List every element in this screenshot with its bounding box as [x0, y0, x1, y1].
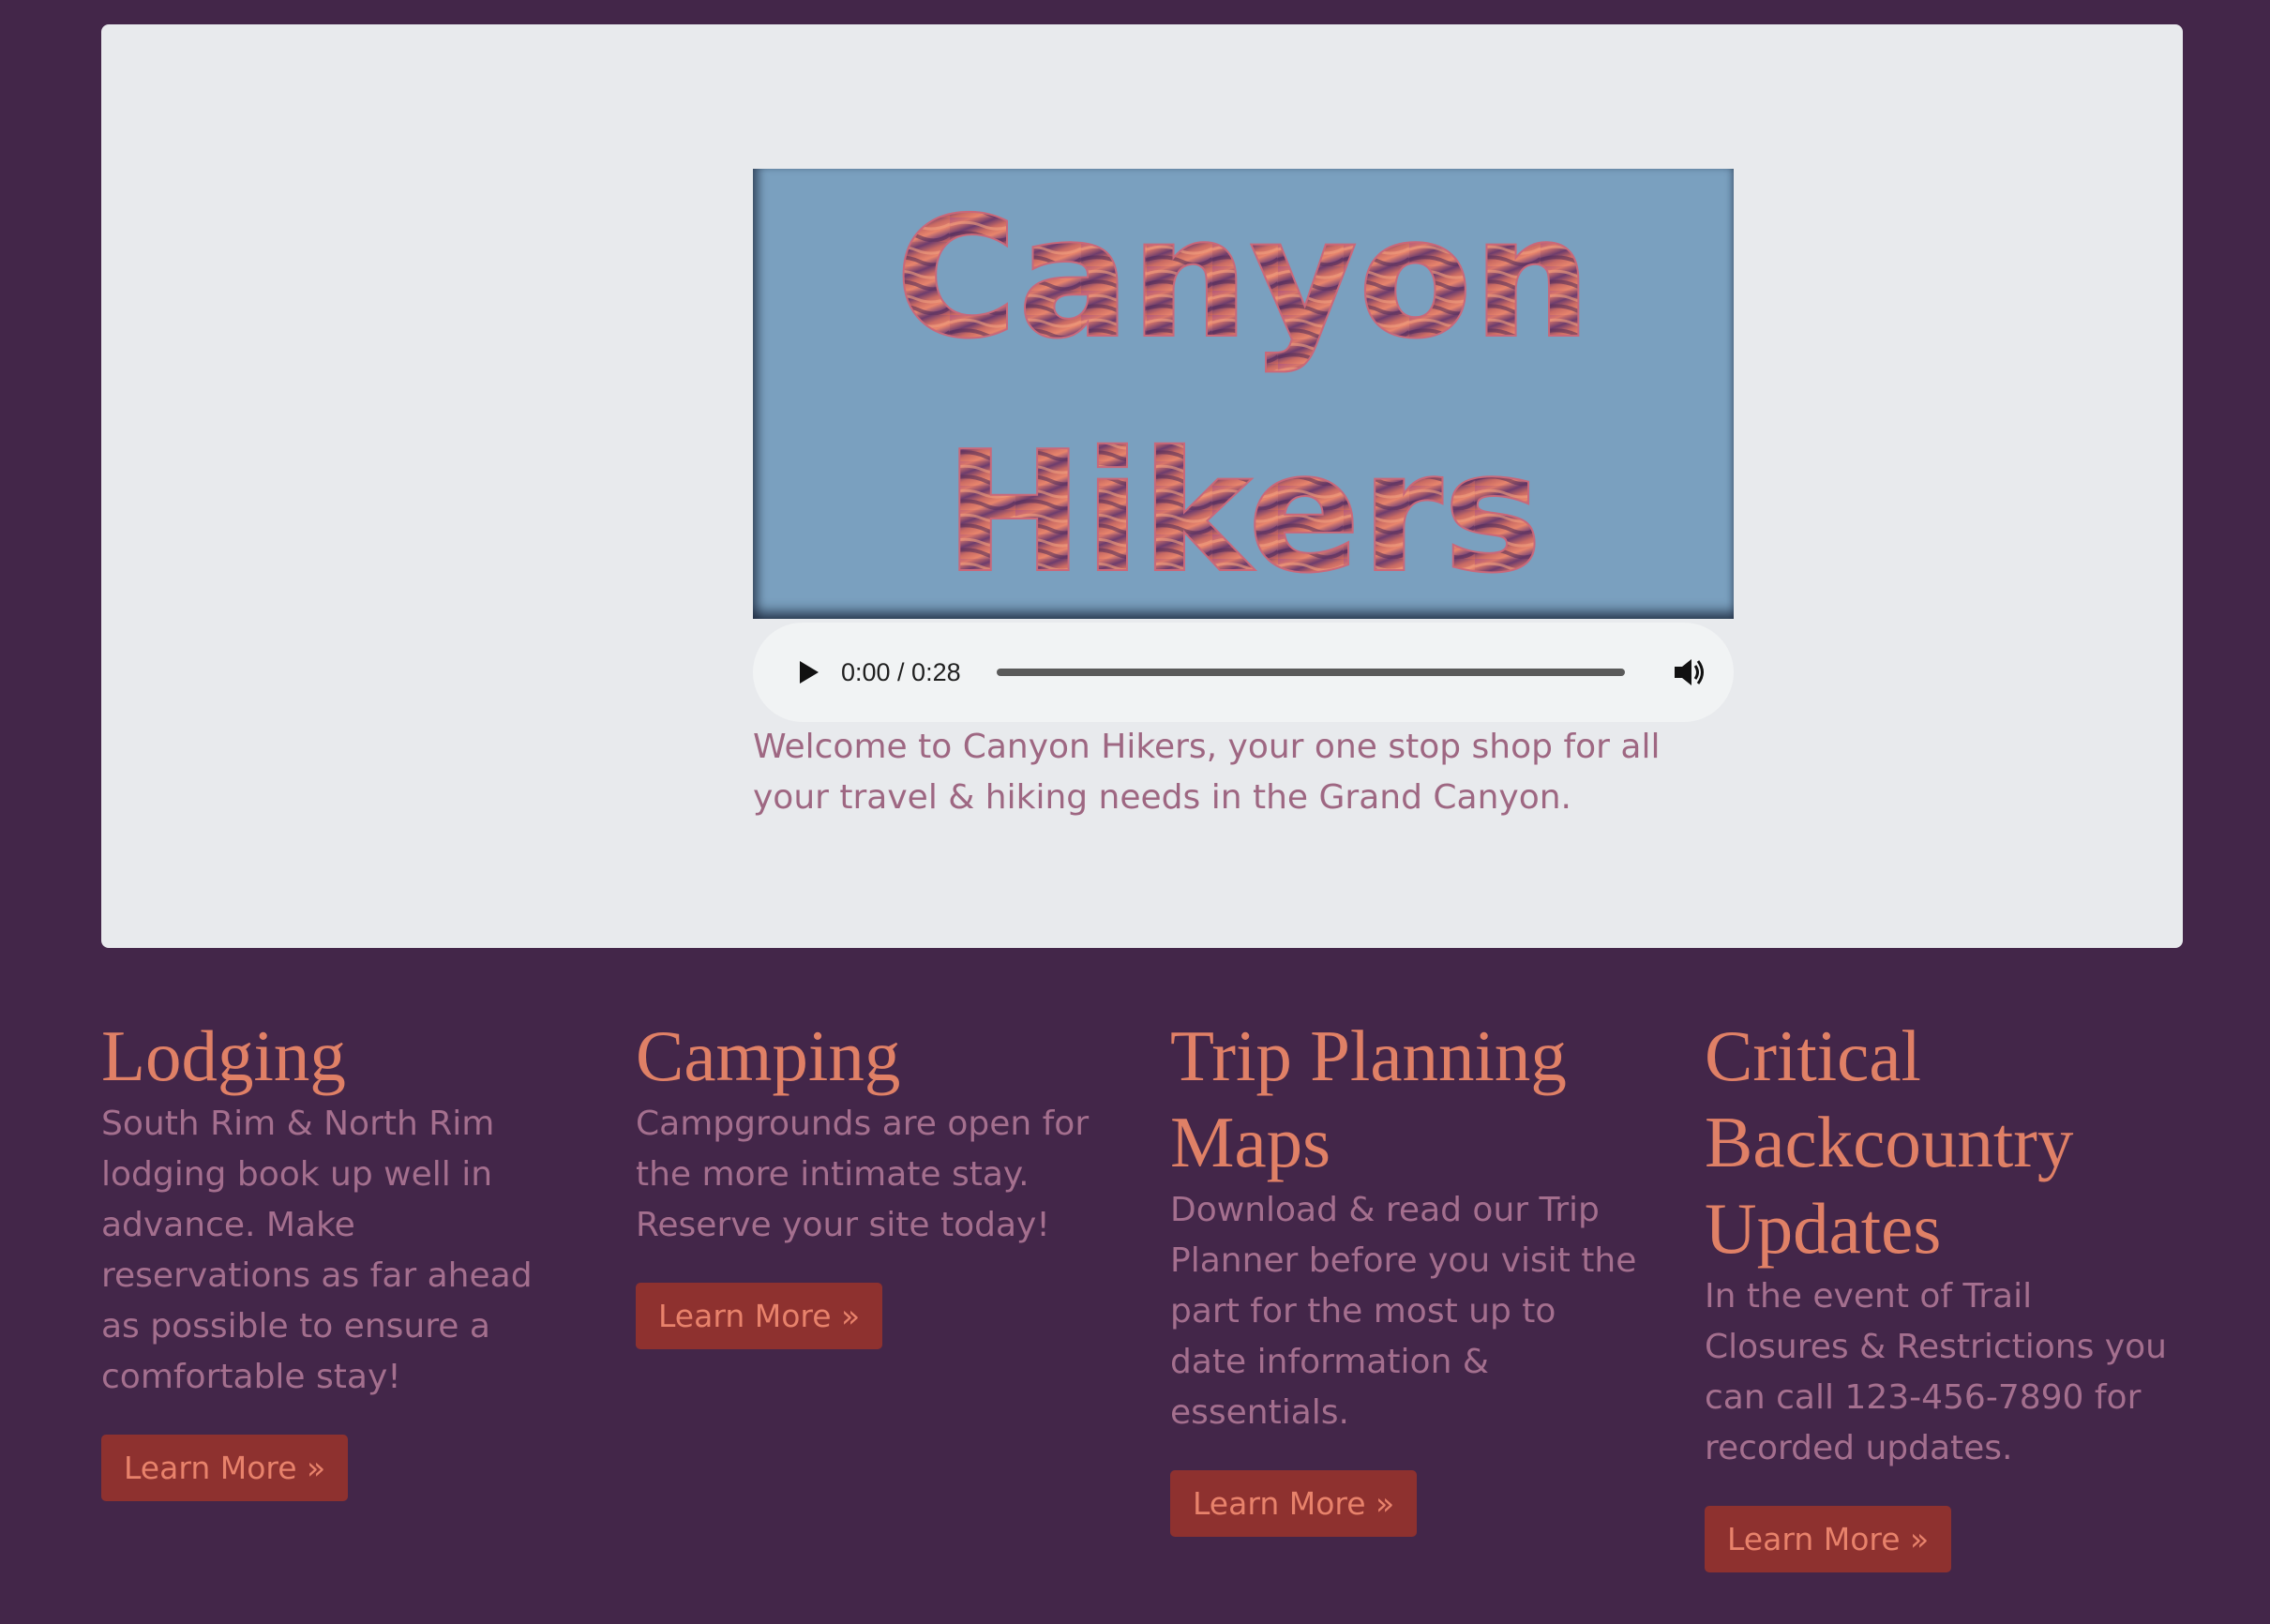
audio-progress-track[interactable]	[997, 669, 1625, 676]
feature-backcountry-updates: Critical Backcountry Updates In the even…	[1705, 1013, 2173, 1572]
learn-more-button[interactable]: Learn More »	[636, 1283, 883, 1349]
welcome-text: Welcome to Canyon Hikers, your one stop …	[753, 728, 1661, 817]
feature-title: Critical Backcountry Updates	[1705, 1015, 2074, 1269]
volume-icon[interactable]	[1667, 652, 1708, 693]
logo-line-canyon: Canyon	[895, 181, 1592, 375]
learn-more-button[interactable]: Learn More »	[1170, 1470, 1418, 1537]
canyon-hikers-logo: Canyon Hikers	[753, 169, 1734, 619]
feature-description: Campgrounds are open for the more intima…	[636, 1105, 1090, 1244]
audio-player[interactable]: 0:00 / 0:28	[753, 623, 1734, 722]
feature-description: Download & read our Trip Planner before …	[1170, 1191, 1637, 1432]
feature-title: Camping	[636, 1015, 901, 1096]
play-icon[interactable]	[789, 654, 826, 691]
feature-trip-planning: Trip Planning Maps Download & read our T…	[1170, 1013, 1639, 1537]
feature-description: In the event of Trail Closures & Restric…	[1705, 1277, 2167, 1467]
feature-title: Trip Planning Maps	[1170, 1015, 1567, 1182]
hero-jumbotron: Canyon Hikers 0:00 / 0:28 Welcome to Can…	[101, 24, 2183, 948]
learn-more-button[interactable]: Learn More »	[1705, 1506, 1952, 1572]
logo-line-hikers: Hikers	[944, 415, 1542, 609]
learn-more-button[interactable]: Learn More »	[101, 1435, 349, 1501]
feature-title: Lodging	[101, 1015, 346, 1096]
feature-camping: Camping Campgrounds are open for the mor…	[636, 1013, 1105, 1349]
audio-time: 0:00 / 0:28	[841, 658, 961, 686]
feature-lodging: Lodging South Rim & North Rim lodging bo…	[101, 1013, 570, 1501]
logo-graphic: Canyon Hikers	[894, 180, 1593, 610]
feature-description: South Rim & North Rim lodging book up we…	[101, 1105, 533, 1396]
